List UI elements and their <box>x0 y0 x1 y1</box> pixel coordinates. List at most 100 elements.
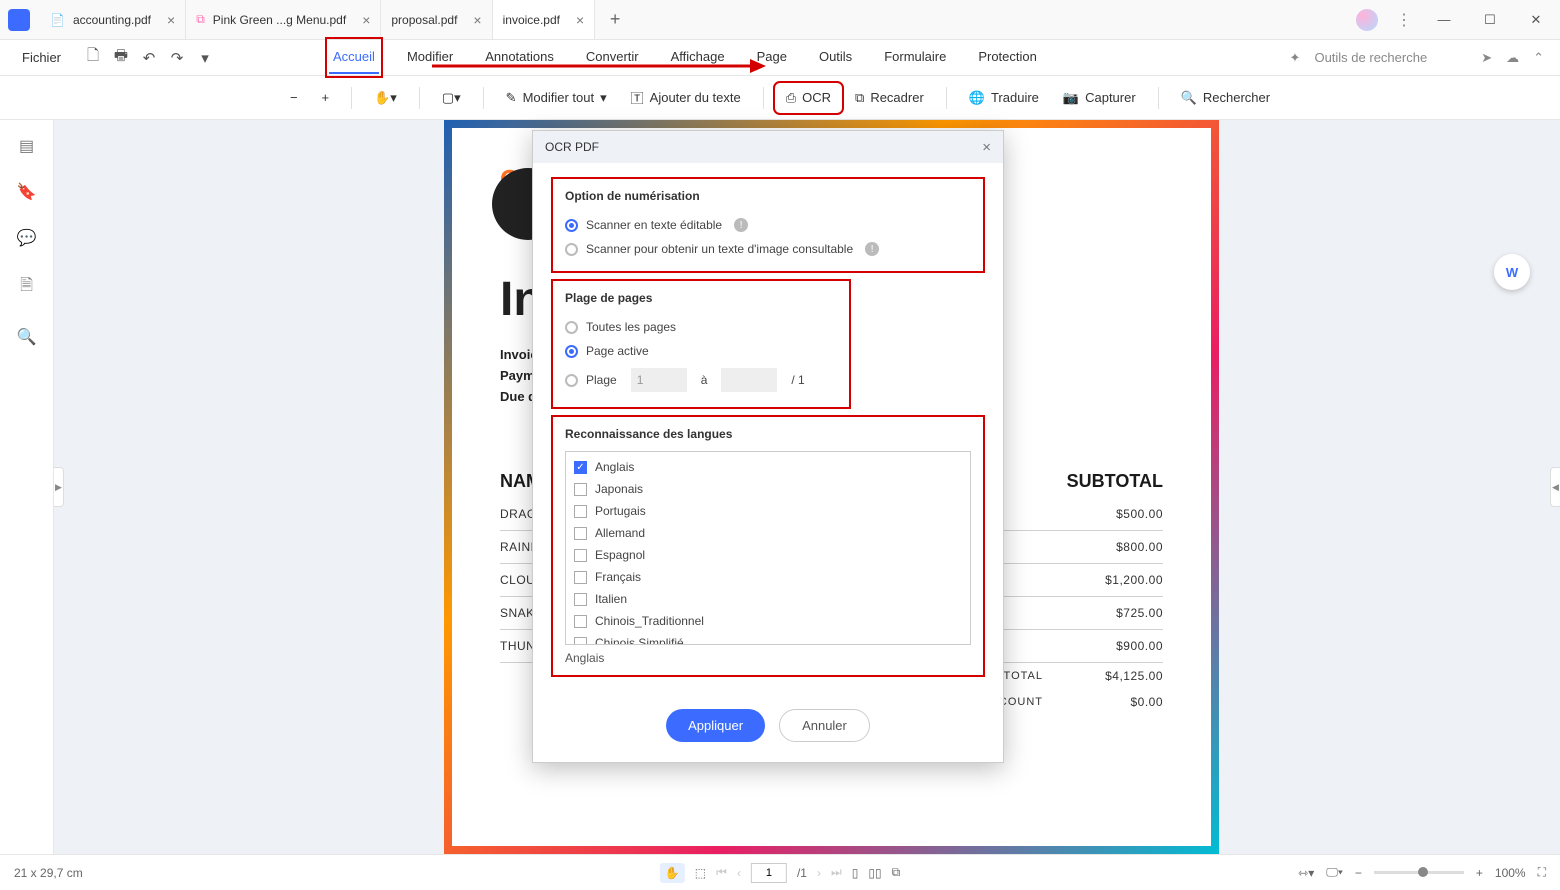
checkbox-icon <box>574 483 587 496</box>
menu-convertir[interactable]: Convertir <box>582 41 643 74</box>
fullscreen-icon[interactable]: ⛶ <box>1538 865 1546 880</box>
language-item[interactable]: Chinois Simplifié <box>572 632 964 645</box>
redo-icon[interactable]: ↷ <box>163 44 191 72</box>
menu-page[interactable]: Page <box>753 41 791 74</box>
translate-button[interactable]: 🌐Traduire <box>959 84 1049 112</box>
user-avatar[interactable] <box>1356 9 1378 31</box>
bookmark-icon[interactable]: 🔖 <box>17 182 37 202</box>
pages-icon[interactable]: 🗎 <box>20 274 33 301</box>
zoom-out-button[interactable]: − <box>280 84 308 111</box>
continuous-icon[interactable]: ⧉ <box>892 865 901 880</box>
radio-all-pages[interactable]: Toutes les pages <box>565 315 837 339</box>
capture-button[interactable]: 📷Capturer <box>1053 84 1146 112</box>
zoom-slider[interactable] <box>1374 871 1464 874</box>
crop-button[interactable]: ⧉Recadrer <box>845 84 934 112</box>
last-page-icon[interactable]: ⏭ <box>831 865 842 880</box>
minimize-button[interactable]: — <box>1430 8 1458 32</box>
radio-icon <box>565 243 578 256</box>
tab-label: proposal.pdf <box>391 13 457 27</box>
next-page-icon[interactable]: › <box>817 866 821 880</box>
single-page-icon[interactable]: ▯ <box>852 866 859 880</box>
radio-searchable[interactable]: Scanner pour obtenir un texte d'image co… <box>565 237 971 261</box>
info-icon[interactable]: ! <box>734 218 748 232</box>
checkbox-icon: ✓ <box>574 461 587 474</box>
tab-pinkgreen[interactable]: ⧉ Pink Green ...g Menu.pdf × <box>186 0 381 39</box>
undo-icon[interactable]: ↶ <box>135 44 163 72</box>
hand-mode-icon[interactable]: ✋ <box>660 863 685 883</box>
close-modal-button[interactable]: × <box>982 139 991 156</box>
zoom-in-icon[interactable]: + <box>1476 866 1483 880</box>
hand-tool-button[interactable]: ✋▾ <box>364 84 407 112</box>
radio-active-page[interactable]: Page active <box>565 339 837 363</box>
zoom-out-icon[interactable]: − <box>1355 866 1362 880</box>
new-tab-button[interactable]: + <box>595 9 635 30</box>
edit-all-button[interactable]: ✎Modifier tout▾ <box>496 84 617 112</box>
comment-icon[interactable]: 💬 <box>17 228 37 248</box>
save-icon[interactable]: 🗋 <box>79 44 107 72</box>
page-range-heading: Plage de pages <box>565 291 837 305</box>
close-icon[interactable]: × <box>167 12 175 28</box>
word-export-button[interactable]: W <box>1494 254 1530 290</box>
thumbnails-icon[interactable]: ▤ <box>19 136 34 156</box>
col-subtotal: SUBTOTAL <box>1043 465 1163 498</box>
cancel-button[interactable]: Annuler <box>779 709 870 742</box>
close-icon[interactable]: × <box>576 12 584 28</box>
print-icon[interactable]: 🖶 <box>107 44 135 72</box>
range-from-input[interactable] <box>631 368 687 392</box>
search-panel-icon[interactable]: 🔍 <box>17 327 37 347</box>
kebab-icon[interactable]: ⋮ <box>1396 10 1412 30</box>
language-item[interactable]: Français <box>572 566 964 588</box>
apply-button[interactable]: Appliquer <box>666 709 765 742</box>
range-to-input[interactable] <box>721 368 777 392</box>
scan-options-section: Option de numérisation Scanner en texte … <box>551 177 985 273</box>
language-item[interactable]: Italien <box>572 588 964 610</box>
language-item[interactable]: Japonais <box>572 478 964 500</box>
language-item[interactable]: Allemand <box>572 522 964 544</box>
share-icon[interactable]: ➤ <box>1481 50 1492 66</box>
search-button[interactable]: 🔍Rechercher <box>1171 84 1280 112</box>
cloud-icon[interactable]: ☁ <box>1506 50 1519 66</box>
select-mode-icon[interactable]: ⬚ <box>695 866 706 880</box>
menu-accueil[interactable]: Accueil <box>329 41 379 74</box>
fit-width-icon[interactable]: ⇿▾ <box>1298 866 1314 880</box>
tab-accounting[interactable]: 📄 accounting.pdf × <box>40 0 186 39</box>
first-page-icon[interactable]: ⏮ <box>716 865 727 880</box>
expand-right-handle[interactable]: ◀ <box>1550 467 1560 507</box>
language-list[interactable]: ✓AnglaisJaponaisPortugaisAllemandEspagno… <box>565 451 971 645</box>
chevron-up-icon[interactable]: ⌃ <box>1533 50 1544 66</box>
language-item[interactable]: ✓Anglais <box>572 456 964 478</box>
language-item[interactable]: Portugais <box>572 500 964 522</box>
two-page-icon[interactable]: ▯▯ <box>868 866 881 880</box>
menu-outils[interactable]: Outils <box>815 41 856 74</box>
menu-protection[interactable]: Protection <box>974 41 1041 74</box>
close-window-button[interactable]: ✕ <box>1522 8 1550 32</box>
close-icon[interactable]: × <box>362 12 370 28</box>
radio-range[interactable]: Plage à / 1 <box>565 363 837 397</box>
file-menu[interactable]: Fichier <box>12 46 71 69</box>
tab-proposal[interactable]: proposal.pdf × <box>381 0 492 39</box>
menu-affichage[interactable]: Affichage <box>667 41 729 74</box>
menu-modifier[interactable]: Modifier <box>403 41 457 74</box>
close-icon[interactable]: × <box>473 12 481 28</box>
add-text-button[interactable]: 🅃Ajouter du texte <box>621 82 751 113</box>
expand-left-handle[interactable]: ▶ <box>54 467 64 507</box>
page-number-input[interactable] <box>751 863 787 883</box>
prev-page-icon[interactable]: ‹ <box>737 866 741 880</box>
maximize-button[interactable]: ☐ <box>1476 8 1504 32</box>
dropdown-icon[interactable]: ▾ <box>191 44 219 72</box>
language-item[interactable]: Espagnol <box>572 544 964 566</box>
zoom-in-button[interactable]: + <box>312 84 340 111</box>
info-icon[interactable]: ! <box>865 242 879 256</box>
radio-editable[interactable]: Scanner en texte éditable! <box>565 213 971 237</box>
read-mode-icon[interactable]: 🖵▾ <box>1326 865 1343 880</box>
search-tools-label[interactable]: Outils de recherche <box>1314 50 1427 65</box>
scan-options-heading: Option de numérisation <box>565 189 971 203</box>
menu-formulaire[interactable]: Formulaire <box>880 41 950 74</box>
ocr-button[interactable]: ⎙OCR <box>776 84 841 112</box>
language-item[interactable]: Chinois_Traditionnel <box>572 610 964 632</box>
page-dimensions: 21 x 29,7 cm <box>14 866 83 880</box>
radio-icon <box>565 374 578 387</box>
menu-annotations[interactable]: Annotations <box>481 41 558 74</box>
tab-invoice[interactable]: invoice.pdf × <box>493 0 596 39</box>
select-tool-button[interactable]: ▢▾ <box>432 84 471 112</box>
